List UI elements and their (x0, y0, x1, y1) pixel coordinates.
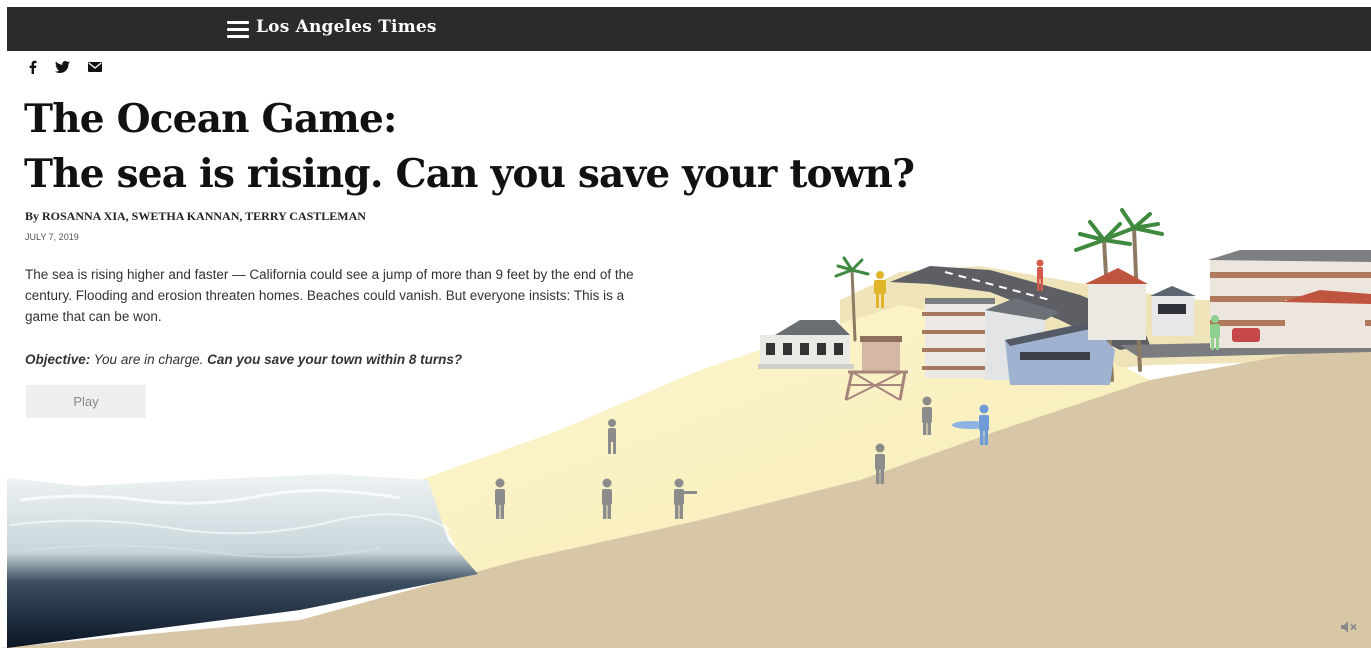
objective-question: Can you save your town within 8 turns? (207, 352, 463, 367)
page-title: The Ocean Game: The sea is rising. Can y… (24, 92, 915, 202)
headline-line-2: The sea is rising. Can you save your tow… (24, 151, 915, 197)
play-button[interactable]: Play (26, 385, 146, 418)
left-building (758, 320, 854, 369)
intro-paragraph: The sea is rising higher and faster — Ca… (25, 267, 634, 324)
publish-date: JULY 7, 2019 (25, 232, 79, 242)
objective-text: Objective: You are in charge. Can you sa… (25, 352, 462, 367)
mute-icon[interactable] (1340, 620, 1358, 634)
headline-line-1: The Ocean Game: (24, 96, 397, 142)
objective-body: You are in charge. (90, 352, 208, 367)
byline: By ROSANNA XIA, SWETHA KANNAN, TERRY CAS… (25, 209, 366, 223)
objective-label: Objective: (25, 352, 91, 367)
right-buildings (1085, 250, 1371, 348)
